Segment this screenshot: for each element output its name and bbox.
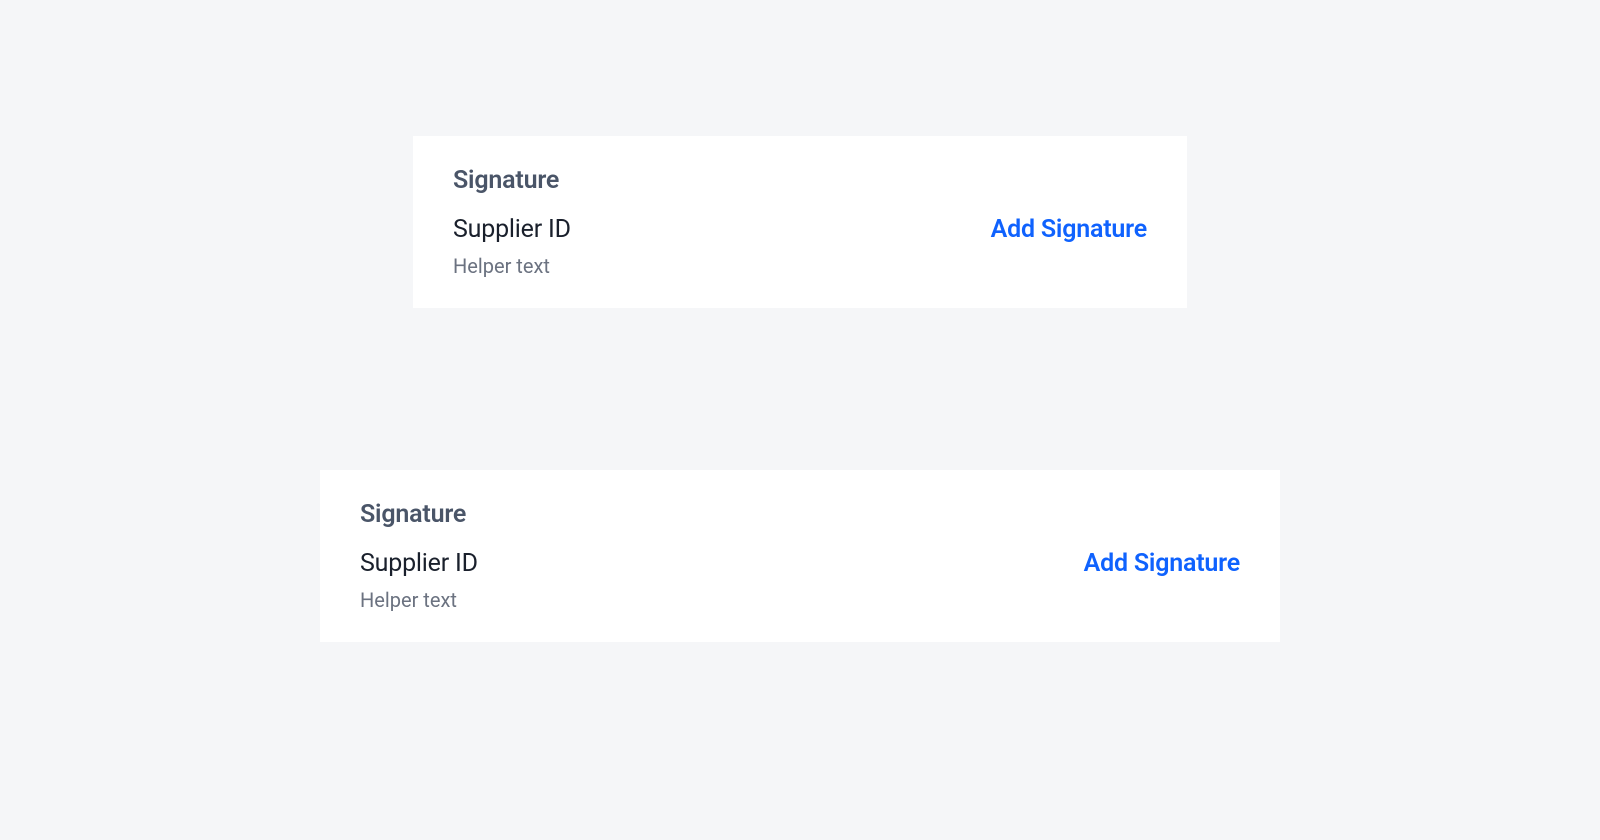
field-label: Supplier ID	[360, 549, 478, 578]
field-row: Supplier ID Add Signature	[453, 215, 1147, 244]
helper-text: Helper text	[453, 254, 1147, 278]
add-signature-button[interactable]: Add Signature	[991, 215, 1147, 244]
field-row: Supplier ID Add Signature	[360, 549, 1240, 578]
add-signature-button[interactable]: Add Signature	[1084, 549, 1240, 578]
signature-card-narrow: Signature Supplier ID Add Signature Help…	[413, 136, 1187, 308]
card-title: Signature	[360, 500, 1240, 529]
helper-text: Helper text	[360, 588, 1240, 612]
signature-card-wide: Signature Supplier ID Add Signature Help…	[320, 470, 1280, 642]
card-title: Signature	[453, 166, 1147, 195]
field-label: Supplier ID	[453, 215, 571, 244]
